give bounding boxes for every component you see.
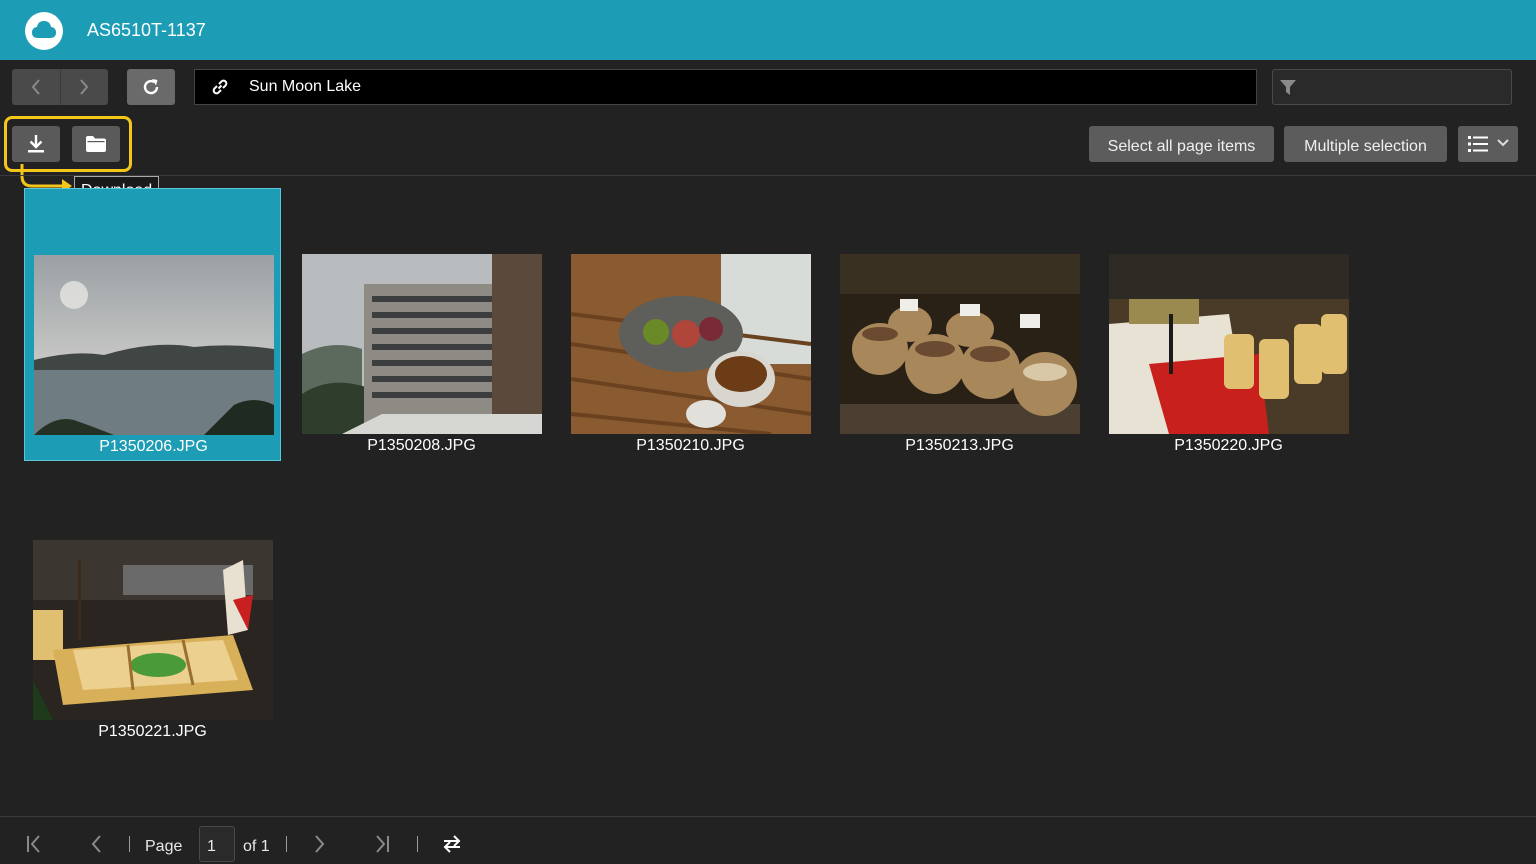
view-mode-dropdown[interactable] (1458, 126, 1518, 162)
filter-box[interactable] (1272, 69, 1512, 105)
download-icon (28, 135, 44, 153)
chevron-down-icon (1497, 139, 1509, 147)
file-item[interactable]: P1350206.JPG (24, 188, 281, 461)
download-button[interactable] (12, 126, 60, 162)
multiple-selection-button[interactable]: Multiple selection (1284, 126, 1447, 162)
filter-icon (1280, 80, 1296, 95)
file-item[interactable]: P1350213.JPG (831, 188, 1088, 461)
file-item[interactable]: P1350220.JPG (1100, 188, 1357, 461)
file-item[interactable]: P1350208.JPG (293, 188, 550, 461)
refresh-icon (143, 79, 159, 95)
path-bar[interactable]: Sun Moon Lake (194, 69, 1257, 105)
pager-separator (129, 836, 130, 852)
toolbar-divider (0, 175, 1536, 176)
first-page-icon[interactable] (26, 834, 42, 854)
filter-input[interactable] (1305, 74, 1505, 102)
page-count-label: of 1 (243, 838, 270, 855)
app-title: AS6510T-1137 (87, 20, 206, 40)
photo-thumbnail (1109, 254, 1349, 434)
file-item[interactable]: P1350210.JPG (562, 188, 819, 461)
photo-thumbnail (840, 254, 1080, 434)
previous-page-icon[interactable] (89, 834, 103, 854)
pager-separator (286, 836, 287, 852)
title-bar: AS6510T-1137 (0, 0, 1536, 60)
open-folder-button[interactable] (72, 126, 120, 162)
file-name: P1350213.JPG (905, 437, 1014, 454)
file-name: P1350206.JPG (99, 438, 208, 455)
history-nav (12, 69, 108, 105)
file-name: P1350210.JPG (636, 437, 745, 454)
next-page-icon[interactable] (313, 834, 327, 854)
last-page-icon[interactable] (374, 834, 390, 854)
current-path: Sun Moon Lake (249, 78, 362, 95)
chevron-left-icon (31, 79, 40, 95)
file-item[interactable]: P1350221.JPG (24, 474, 281, 747)
select-all-page-items-button[interactable]: Select all page items (1089, 126, 1274, 162)
photo-thumbnail (571, 254, 811, 434)
photo-thumbnail (34, 255, 274, 435)
file-name: P1350221.JPG (98, 723, 207, 740)
forward-button[interactable] (59, 69, 109, 105)
cloud-icon (25, 12, 63, 50)
pager-divider (0, 816, 1536, 817)
reload-page-icon[interactable] (441, 834, 463, 854)
file-name: P1350220.JPG (1174, 437, 1283, 454)
page-number-input[interactable] (199, 826, 235, 862)
refresh-button[interactable] (127, 69, 175, 105)
chevron-right-icon (80, 79, 89, 95)
photo-thumbnail (302, 254, 542, 434)
page-label: Page (145, 838, 183, 855)
folder-icon (86, 136, 106, 152)
file-name: P1350208.JPG (367, 437, 476, 454)
list-view-icon (1468, 136, 1488, 152)
link-icon (212, 79, 228, 95)
back-button[interactable] (12, 69, 60, 105)
photo-thumbnail (33, 540, 273, 720)
pager-separator (417, 836, 418, 852)
